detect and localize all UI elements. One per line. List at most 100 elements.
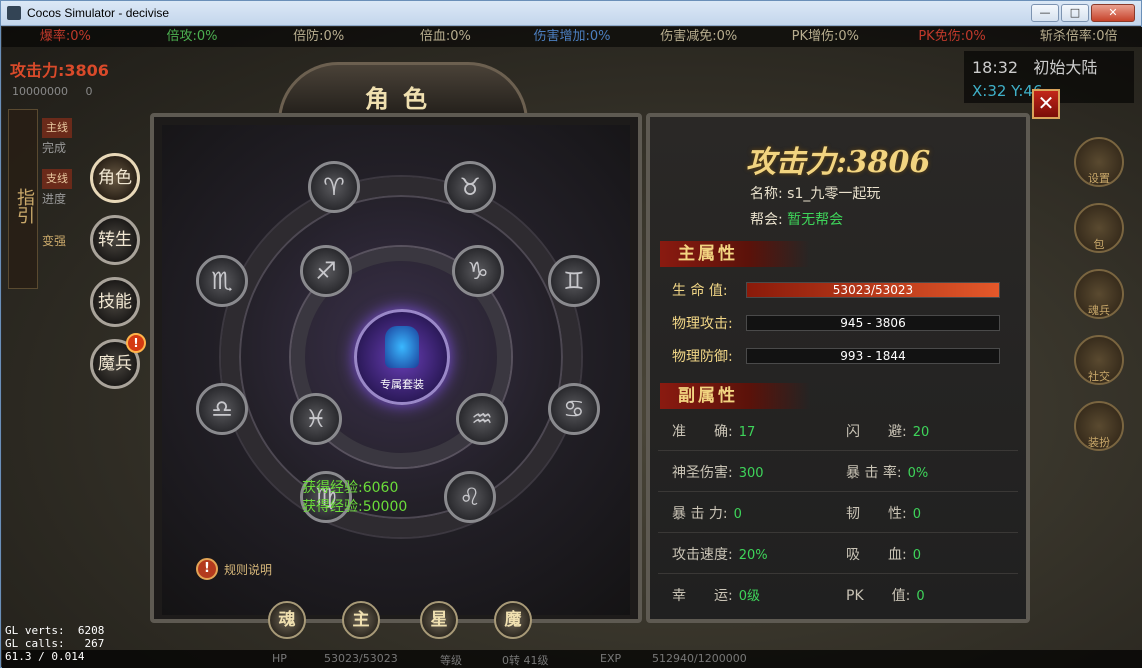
stat-label: 暴 击 力: bbox=[672, 506, 728, 522]
level-value: 0转 41级 bbox=[502, 654, 549, 667]
tab-soul[interactable]: 魂 bbox=[268, 601, 306, 639]
row-divider bbox=[658, 450, 1018, 451]
map-name: 初始大陆 bbox=[1033, 58, 1098, 77]
currency-row: 10000000 0 bbox=[12, 85, 92, 98]
tab-demon[interactable]: 魔 bbox=[494, 601, 532, 639]
app-icon bbox=[7, 6, 21, 20]
stat-value: 0 bbox=[912, 548, 921, 563]
taurus-icon[interactable]: ♉ bbox=[444, 161, 496, 213]
leo-icon[interactable]: ♌ bbox=[444, 471, 496, 523]
crit-rate-stat: 暴 击 率: 0% bbox=[846, 462, 928, 482]
stat-label: 韧 性: bbox=[846, 506, 907, 522]
window-title: Cocos Simulator - decivise bbox=[27, 6, 170, 20]
stat-value: 300 bbox=[738, 466, 764, 481]
combat-power: 攻击力:3806 bbox=[745, 145, 931, 180]
stat-label: 攻击速度: bbox=[672, 547, 733, 563]
name-value: s1_九零一起玩 bbox=[787, 186, 881, 202]
gl-debug-stats: GL verts: 6208 GL calls: 267 61.3 / 0.01… bbox=[5, 624, 105, 663]
nav-skills[interactable]: 技能 bbox=[90, 277, 140, 327]
bag-button[interactable]: 包 bbox=[1074, 203, 1124, 253]
level-label: 等级 bbox=[440, 654, 462, 667]
main-attributes-header: 主属性 bbox=[660, 241, 810, 267]
stat-value: 20 bbox=[912, 425, 930, 440]
main-quest-tag: 主线 bbox=[42, 118, 72, 138]
stat-value: 0 bbox=[733, 507, 742, 522]
sub-attributes-header: 副属性 bbox=[660, 383, 810, 409]
stat-pk-immunity: PK免伤:0% bbox=[918, 29, 986, 44]
simulator-window: Cocos Simulator - decivise — □ ✕ 爆率:0% 倍… bbox=[0, 0, 1142, 668]
accuracy-stat: 准 确: 17 bbox=[672, 421, 755, 441]
exclusive-set-core[interactable]: 专属套装 bbox=[354, 309, 450, 405]
tab-main[interactable]: 主 bbox=[342, 601, 380, 639]
buff-stat-bar: 爆率:0% 倍攻:0% 倍防:0% 倍血:0% 伤害增加:0% 伤害减免:0% … bbox=[2, 27, 1142, 47]
guide-strip[interactable]: 指引 bbox=[8, 109, 38, 289]
stat-pk-damage: PK增伤:0% bbox=[791, 29, 860, 44]
panel-title: 角色 bbox=[365, 85, 441, 113]
zodiac-panel: 专属套装 ♈ ♉ ♏ ♐ ♑ ♊ ♎ ♓ ♒ ♋ ♍ ♌ 获得经验:6060 获… bbox=[150, 113, 642, 639]
exp-label: EXP bbox=[600, 652, 622, 665]
dress-up-button[interactable]: 装扮 bbox=[1074, 401, 1124, 451]
exp-value: 512940/1200000 bbox=[652, 652, 747, 665]
capricorn-icon[interactable]: ♑ bbox=[452, 245, 504, 297]
tab-star[interactable]: 星 bbox=[420, 601, 458, 639]
minimize-button[interactable]: — bbox=[1031, 4, 1059, 22]
gemini-icon[interactable]: ♊ bbox=[548, 255, 600, 307]
exclusive-set-label: 专属套装 bbox=[380, 378, 424, 391]
soul-weapon-button[interactable]: 魂兵 bbox=[1074, 269, 1124, 319]
hp-bar: 53023/53023 bbox=[746, 282, 1000, 298]
info-icon: ! bbox=[196, 558, 218, 580]
close-panel-button[interactable]: ✕ bbox=[1032, 89, 1060, 119]
stat-damage-reduce: 伤害减免:0% bbox=[660, 29, 738, 44]
libra-icon[interactable]: ♎ bbox=[196, 383, 248, 435]
stat-value: 17 bbox=[738, 425, 756, 440]
pisces-icon[interactable]: ♓ bbox=[290, 393, 342, 445]
stat-double-attack: 倍攻:0% bbox=[166, 29, 218, 44]
social-button[interactable]: 社交 bbox=[1074, 335, 1124, 385]
sagittarius-icon[interactable]: ♐ bbox=[300, 245, 352, 297]
row-divider bbox=[658, 532, 1018, 533]
rules-link[interactable]: ! 规则说明 bbox=[196, 558, 272, 580]
stat-value: 0 bbox=[912, 507, 921, 522]
close-window-button[interactable]: ✕ bbox=[1091, 4, 1135, 22]
nav-character[interactable]: 角色 bbox=[90, 153, 140, 203]
nav-rebirth[interactable]: 转生 bbox=[90, 215, 140, 265]
stat-double-defense: 倍防:0% bbox=[293, 29, 345, 44]
luck-stat: 幸 运: 0级 bbox=[672, 585, 760, 605]
hud-attack-power: 攻击力:3806 bbox=[10, 61, 109, 80]
dodge-stat: 闪 避: 20 bbox=[846, 421, 929, 441]
crit-power-stat: 暴 击 力: 0 bbox=[672, 503, 742, 523]
aries-icon[interactable]: ♈ bbox=[308, 161, 360, 213]
stat-drop-rate: 爆率:0% bbox=[39, 29, 91, 44]
cancer-icon[interactable]: ♋ bbox=[548, 383, 600, 435]
pk-value-stat: PK 值: 0 bbox=[846, 585, 925, 605]
guild-value: 暂无帮会 bbox=[787, 212, 844, 228]
guild-label: 帮会: bbox=[750, 212, 783, 228]
holy-damage-stat: 神圣伤害: 300 bbox=[672, 462, 764, 482]
aquarius-icon[interactable]: ♒ bbox=[456, 393, 508, 445]
stat-value: 20% bbox=[738, 548, 768, 563]
guild-row: 帮会: 暂无帮会 bbox=[750, 209, 843, 229]
stat-label: 闪 避: bbox=[846, 424, 907, 440]
rules-label: 规则说明 bbox=[224, 562, 273, 577]
settings-button[interactable]: 设置 bbox=[1074, 137, 1124, 187]
side-quest-tag: 支线 bbox=[42, 169, 72, 189]
stat-value: 0% bbox=[907, 466, 929, 481]
stat-label: 暴 击 率: bbox=[846, 465, 902, 481]
character-name-row: 名称: s1_九零一起玩 bbox=[750, 183, 880, 203]
gem-amount: 0 bbox=[85, 85, 93, 98]
title-bar: Cocos Simulator - decivise — □ ✕ bbox=[1, 1, 1141, 26]
stat-damage-increase: 伤害增加:0% bbox=[533, 29, 611, 44]
maximize-button[interactable]: □ bbox=[1061, 4, 1089, 22]
exp-gain-line: 获得经验:50000 bbox=[302, 499, 408, 515]
main-quest-status: 完成 bbox=[42, 141, 67, 155]
hp-value: 53023/53023 bbox=[324, 652, 398, 665]
stats-panel: 攻击力:3806 名称: s1_九零一起玩 帮会: 暂无帮会 主属性 生 命 值… bbox=[646, 113, 1030, 623]
lifesteal-stat: 吸 血: 0 bbox=[846, 544, 921, 564]
map-time: 18:32 bbox=[972, 58, 1019, 77]
exp-gain-text: 获得经验:6060 获得经验:50000 bbox=[302, 479, 407, 517]
stat-double-hp: 倍血:0% bbox=[419, 29, 471, 44]
scorpio-icon[interactable]: ♏ bbox=[196, 255, 248, 307]
stat-value: 0级 bbox=[738, 589, 760, 604]
hp-label: HP bbox=[272, 652, 287, 665]
right-hud-buttons: 设置 包 魂兵 社交 装扮 bbox=[1074, 137, 1134, 467]
